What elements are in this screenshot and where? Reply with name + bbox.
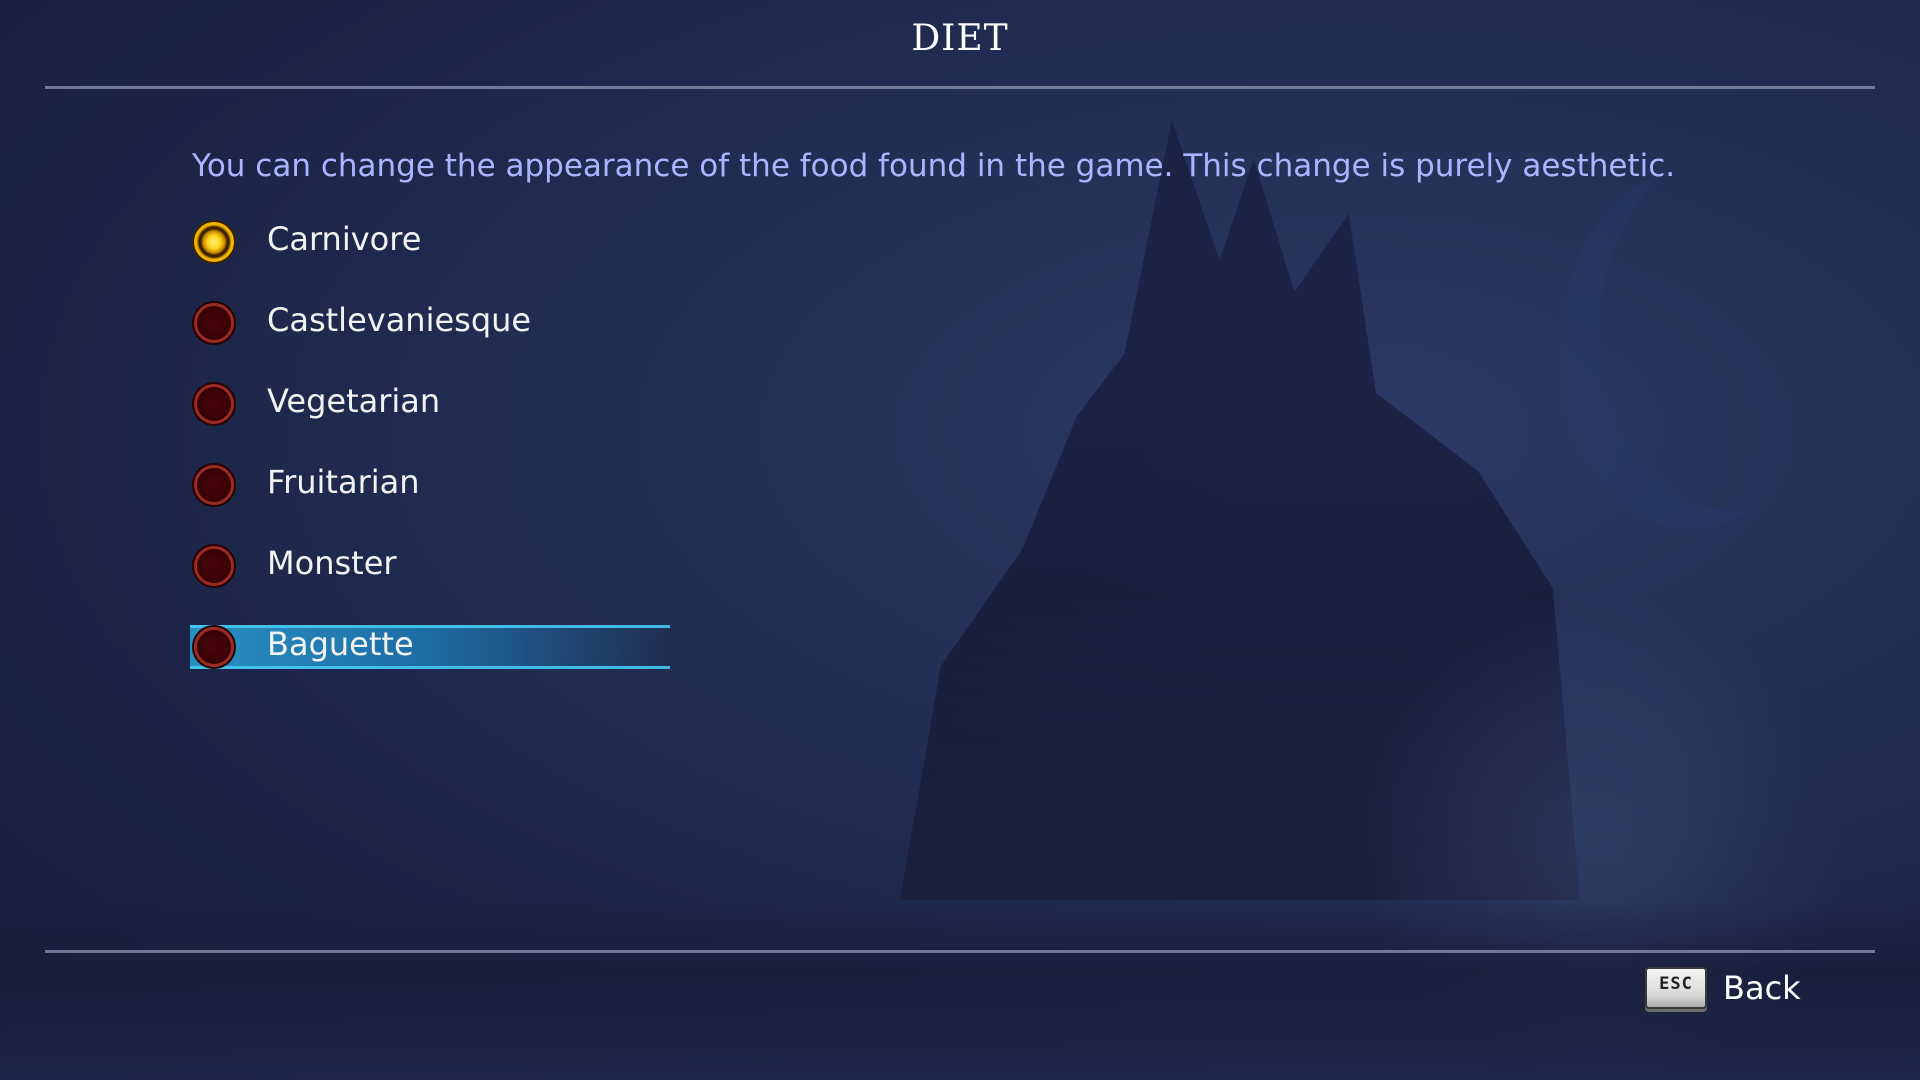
radio-selected-icon [194, 222, 234, 262]
radio-unselected-icon [194, 546, 234, 586]
ground-silhouette [0, 900, 1920, 1080]
diet-option-fruitarian[interactable]: Fruitarian [192, 455, 892, 536]
diet-option-monster[interactable]: Monster [192, 536, 892, 617]
top-divider [45, 86, 1875, 89]
diet-option-vegetarian[interactable]: Vegetarian [192, 374, 892, 455]
radio-unselected-icon [194, 384, 234, 424]
diet-option-carnivore[interactable]: Carnivore [192, 212, 892, 293]
radio-unselected-icon [194, 465, 234, 505]
radio-unselected-icon [194, 303, 234, 343]
diet-description: You can change the appearance of the foo… [192, 148, 1676, 184]
back-label: Back [1723, 969, 1801, 1007]
diet-option-label: Fruitarian [267, 463, 420, 501]
moon-silhouette [1600, 150, 1860, 510]
diet-option-label: Vegetarian [267, 382, 441, 420]
esc-key-icon: ESC [1645, 967, 1707, 1009]
bottom-divider [45, 950, 1875, 953]
page-title: DIET [911, 18, 1009, 59]
diet-option-label: Monster [267, 544, 397, 582]
diet-option-label: Castlevaniesque [267, 301, 532, 339]
radio-unselected-icon [194, 627, 234, 667]
diet-option-castlevaniesque[interactable]: Castlevaniesque [192, 293, 892, 374]
diet-option-label: Carnivore [267, 220, 422, 258]
focus-highlight [190, 625, 670, 669]
diet-option-label: Baguette [267, 625, 414, 663]
diet-option-baguette[interactable]: Baguette [190, 617, 892, 698]
diet-options-list: Carnivore Castlevaniesque Vegetarian Fru… [190, 212, 892, 698]
back-button[interactable]: ESC Back [1645, 963, 1801, 1013]
